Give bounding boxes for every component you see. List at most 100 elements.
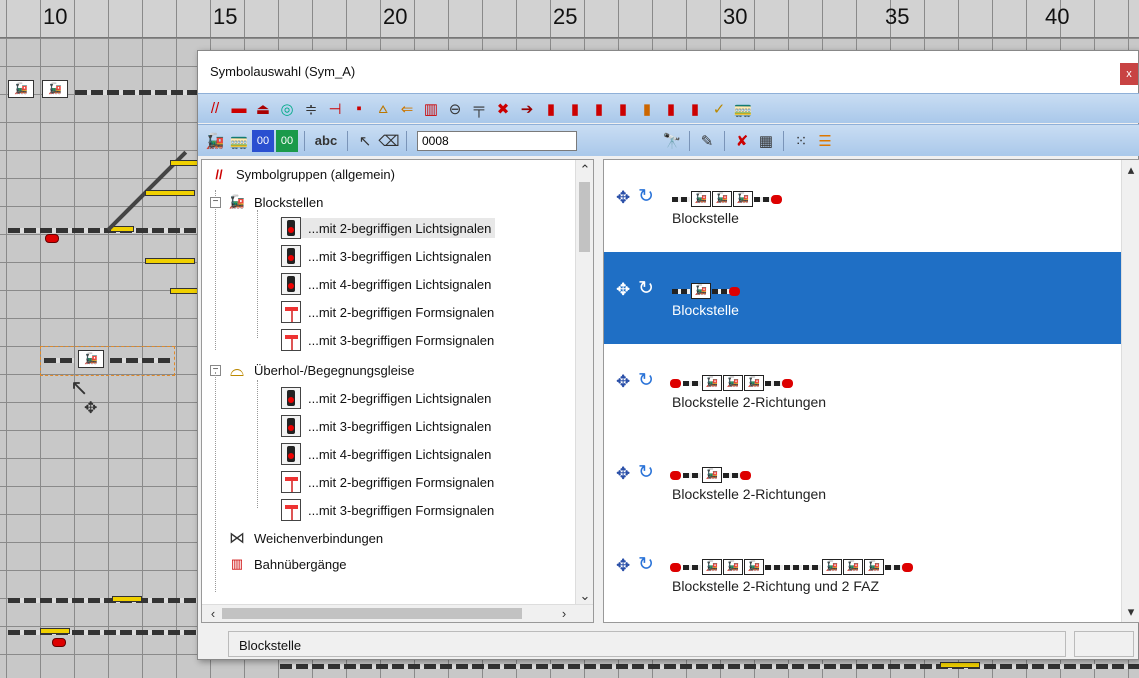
counter-00-icon[interactable]: 00 [252,129,274,152]
train-symbol[interactable]: 🚂 [78,350,104,368]
signal-icon[interactable]: ▮ [612,98,634,120]
signal-icon[interactable]: ▮ [564,98,586,120]
signal-group-icon[interactable]: // [204,98,226,120]
tree-item[interactable]: ...mit 3-begriffigen Lichtsignalen [280,245,491,267]
resize-grip[interactable] [1074,631,1134,657]
scroll-down-icon[interactable]: ▾ [1122,604,1139,620]
symbol-result-item[interactable]: ✥ ↻ 🚂 🚂 🚂 Blockstelle 2-Richtungen [604,344,1123,436]
rotate-icon[interactable]: ↻ [638,461,654,484]
symbol-result-item[interactable]: ✥ ↻ 🚂 Blockstelle 2-Richtungen [604,436,1123,528]
text-tool[interactable]: abc [311,130,341,152]
toolbar-separator [304,130,305,151]
barrier-icon[interactable]: ⊖ [444,98,466,120]
scrollbar-thumb[interactable] [579,182,590,252]
move-icon[interactable]: ✥ [616,372,630,392]
train-icon[interactable]: 🚂 [204,130,226,152]
scroll-up-icon[interactable]: ▴ [1122,162,1139,178]
tree-item[interactable]: ...mit 3-begriffigen Lichtsignalen [280,415,491,437]
track-segment[interactable] [75,90,200,95]
light-signal-icon[interactable]: ▥ [420,98,442,120]
symbol-group-tree[interactable]: // Symbolgruppen (allgemein) − 🚂 Blockst… [201,159,594,623]
track-icon[interactable]: ▬ [228,98,250,120]
end-icon[interactable]: ▪ [348,98,370,120]
collapse-toggle[interactable]: − [210,197,221,208]
ruler-label: 10 [43,4,68,29]
tree-group-weichen[interactable]: ⋈ Weichenverbindungen [226,528,383,548]
signal-icon[interactable]: ▮ [684,98,706,120]
rotate-icon[interactable]: ↻ [638,553,654,576]
move-icon[interactable]: ✥ [616,188,630,208]
track-segment[interactable] [8,630,198,635]
signal-icon[interactable]: ▮ [660,98,682,120]
dialog-titlebar[interactable]: Symbolauswahl (Sym_A) x [198,51,1138,93]
mast-icon[interactable]: ╤ [468,98,490,120]
move-icon[interactable]: ✥ [616,464,630,484]
platform-icon[interactable]: ⏏ [252,98,274,120]
track-segment[interactable] [8,228,198,233]
tree-item[interactable]: ...mit 2-begriffigen Lichtsignalen [280,217,496,239]
symbol-results-list[interactable]: ✥ ↻ 🚂 🚂 🚂 Blockstelle ✥ ↻ 🚂 Blockstelle ✥ … [603,159,1139,623]
tree-item[interactable]: ...mit 2-begriffigen Formsignalen [280,301,495,323]
rotate-icon[interactable]: ↻ [638,369,654,392]
signal-icon[interactable]: ▮ [636,98,658,120]
scrollbar-thumb[interactable] [222,608,522,619]
signal-icon[interactable]: ▮ [588,98,610,120]
train-symbol[interactable]: 🚂 [42,80,68,98]
tree-item[interactable]: ...mit 2-begriffigen Formsignalen [280,471,494,493]
symbol-group-toolbar: // ▬ ⏏ ◎ ≑ ⊣ ▪ ⩟ ⇐ ▥ ⊖ ╤ ✖ ➔ ▮ ▮ ▮ ▮ ▮ ▮… [198,93,1139,123]
direction-icon[interactable]: ⇐ [396,98,418,120]
switch-icon[interactable]: ✓ [708,98,730,120]
tree-group-blockstellen[interactable]: 🚂 Blockstellen [226,192,323,212]
wagon-icon[interactable]: 🚃 [732,98,754,120]
track-segment[interactable] [280,664,1139,669]
results-vertical-scrollbar[interactable]: ▴ ▾ [1121,160,1139,622]
symbol-result-item-selected[interactable]: ✥ ↻ 🚂 Blockstelle [604,252,1123,344]
buffer-icon[interactable]: ⊣ [324,98,346,120]
edit-icon[interactable]: ✎ [696,130,718,152]
scroll-right-icon[interactable]: › [555,606,573,621]
scroll-up-icon[interactable]: ⌃ [576,162,593,178]
signal-icon[interactable]: ▮ [540,98,562,120]
tree-item[interactable]: ...mit 3-begriffigen Formsignalen [280,499,494,521]
tree-group-ueberhol[interactable]: ⌓ Überhol-/Begegnungsgleise [226,360,415,380]
symbol-result-item[interactable]: ✥ ↻ 🚂 🚂 🚂 Blockstelle [604,160,1123,252]
tree-item[interactable]: ...mit 4-begriffigen Lichtsignalen [280,443,491,465]
rotate-icon[interactable]: ↻ [638,277,654,300]
train-symbol[interactable]: 🚂 [8,80,34,98]
wagon-icon[interactable]: 🚃 [228,130,250,152]
track-segment[interactable] [8,598,198,603]
track-segment[interactable] [44,358,74,363]
move-icon[interactable]: ✥ [616,280,630,300]
symbol-selection-dialog[interactable]: Symbolauswahl (Sym_A) x // ▬ ⏏ ◎ ≑ ⊣ ▪ ⩟… [197,50,1139,660]
tree-root[interactable]: // Symbolgruppen (allgemein) [208,164,395,184]
track-segment[interactable] [110,358,170,363]
tree-item[interactable]: ...mit 2-begriffigen Lichtsignalen [280,387,491,409]
rotate-icon[interactable]: ↻ [638,185,654,208]
move-icon[interactable]: ✥ [616,556,630,576]
tree-group-bahnuebergaenge[interactable]: ▥ Bahnübergänge [226,554,347,574]
counter-icon[interactable]: ◎ [276,98,298,120]
tree-item[interactable]: ...mit 3-begriffigen Formsignalen [280,329,494,351]
grid-view-icon[interactable]: ⁙ [790,130,812,152]
arrow-icon[interactable]: ➔ [516,98,538,120]
scroll-left-icon[interactable]: ‹ [204,606,222,621]
counter-00-green-icon[interactable]: 00 [276,129,298,152]
close-button[interactable]: x [1120,63,1138,85]
remove-icon[interactable]: ✖ [492,98,514,120]
select-pointer-icon[interactable]: ↖ [354,130,376,152]
tree-item-label: ...mit 2-begriffigen Formsignalen [308,304,495,320]
delete-icon[interactable]: ✘ [731,130,753,152]
ramp-icon[interactable]: ⩟ [372,98,394,120]
tree-vertical-scrollbar[interactable]: ⌃ ⌄ [575,160,593,606]
binoculars-icon[interactable]: 🔭 [661,130,683,152]
tree-item[interactable]: ...mit 4-begriffigen Lichtsignalen [280,273,491,295]
table-icon[interactable]: ▦ [755,130,777,152]
level-crossing-icon: ▥ [230,556,244,571]
list-view-icon[interactable]: ☰ [814,130,836,152]
eraser-icon[interactable]: ⌫ [378,130,400,152]
symbol-code-input[interactable] [417,130,577,151]
crossing-icon[interactable]: ≑ [300,98,322,120]
symbol-result-item[interactable]: ✥ ↻ 🚂 🚂 🚂 🚂 🚂 🚂 Blockstelle 2-Richtung und 2 … [604,528,1123,620]
tree-horizontal-scrollbar[interactable]: ‹ › [202,604,593,622]
scroll-down-icon[interactable]: ⌄ [576,588,593,604]
